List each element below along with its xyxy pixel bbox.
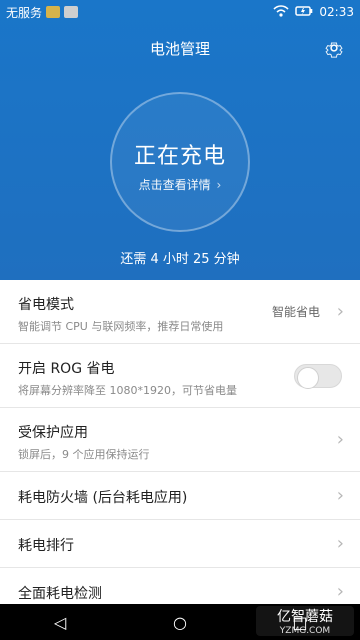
- list-item-rog[interactable]: 开启 ROG 省电 将屏幕分辨率降至 1080*1920，可节省电量: [0, 344, 360, 408]
- list-item-power-ranking[interactable]: 耗电排行 ›: [0, 520, 360, 568]
- list-item-power-firewall[interactable]: 耗电防火墙 (后台耗电应用) ›: [0, 472, 360, 520]
- power-mode-value: 智能省电: [271, 305, 320, 319]
- notification-icon: [46, 6, 61, 18]
- power-firewall-label: 耗电防火墙 (后台耗电应用): [18, 490, 188, 506]
- details-link-label: 点击查看详情: [138, 178, 211, 192]
- status-right: 02:33: [273, 4, 354, 20]
- rog-toggle[interactable]: [294, 363, 342, 389]
- watermark-domain: YZMG.COM: [279, 626, 331, 636]
- list-item-protected-apps[interactable]: 受保护应用 锁屏后，9 个应用保持运行 ›: [0, 408, 360, 472]
- battery-icon: [295, 5, 313, 20]
- gear-icon[interactable]: [324, 38, 344, 58]
- gear-icon-svg: [325, 42, 343, 58]
- carrier-label: 无服务: [6, 5, 43, 20]
- power-ranking-label: 耗电排行: [18, 538, 74, 554]
- watermark-brand: 亿智蘑菇: [277, 609, 333, 625]
- chevron-right-icon: ›: [336, 301, 344, 322]
- home-button[interactable]: ○: [150, 613, 210, 632]
- status-bar: 无服务 02:33: [0, 0, 360, 24]
- status-left: 无服务: [6, 4, 79, 21]
- details-link[interactable]: 点击查看详情 ›: [112, 176, 248, 193]
- chevron-right-icon: ›: [216, 178, 222, 192]
- charging-circle[interactable]: 正在充电 点击查看详情 ›: [110, 92, 250, 232]
- settings-list: 省电模式 智能调节 CPU 与联网频率，推荐日常使用 智能省电 › 开启 ROG…: [0, 280, 360, 616]
- charging-status: 正在充电: [133, 144, 226, 169]
- back-icon: ◁: [53, 612, 67, 632]
- battery-icon-svg: [295, 5, 313, 16]
- protected-apps-label: 受保护应用: [18, 425, 88, 441]
- time-label: 02:33: [319, 5, 354, 19]
- back-button[interactable]: ◁: [30, 613, 90, 632]
- chevron-right-icon: ›: [336, 485, 344, 506]
- chevron-right-icon: ›: [336, 429, 344, 450]
- sim-icon: [64, 6, 79, 18]
- home-icon: ○: [173, 612, 187, 632]
- title-row: 电池管理: [0, 34, 360, 62]
- page-title: 电池管理: [149, 39, 210, 58]
- remaining-time: 还需 4 小时 25 分钟: [120, 252, 240, 267]
- header: 无服务 02:33 电池管理 正在充电 点击查看详情 › 还需 4 小时 25 …: [0, 0, 360, 280]
- protected-apps-subtitle: 锁屏后，9 个应用保持运行: [18, 448, 150, 461]
- list-item-power-mode[interactable]: 省电模式 智能调节 CPU 与联网频率，推荐日常使用 智能省电 ›: [0, 280, 360, 344]
- chevron-right-icon: ›: [336, 533, 344, 554]
- watermark: 亿智蘑菇 YZMG.COM: [256, 606, 354, 636]
- rog-subtitle: 将屏幕分辨率降至 1080*1920，可节省电量: [18, 384, 237, 397]
- wifi-icon: [273, 4, 289, 20]
- full-check-label: 全面耗电检测: [18, 586, 102, 602]
- wifi-icon-svg: [273, 4, 289, 17]
